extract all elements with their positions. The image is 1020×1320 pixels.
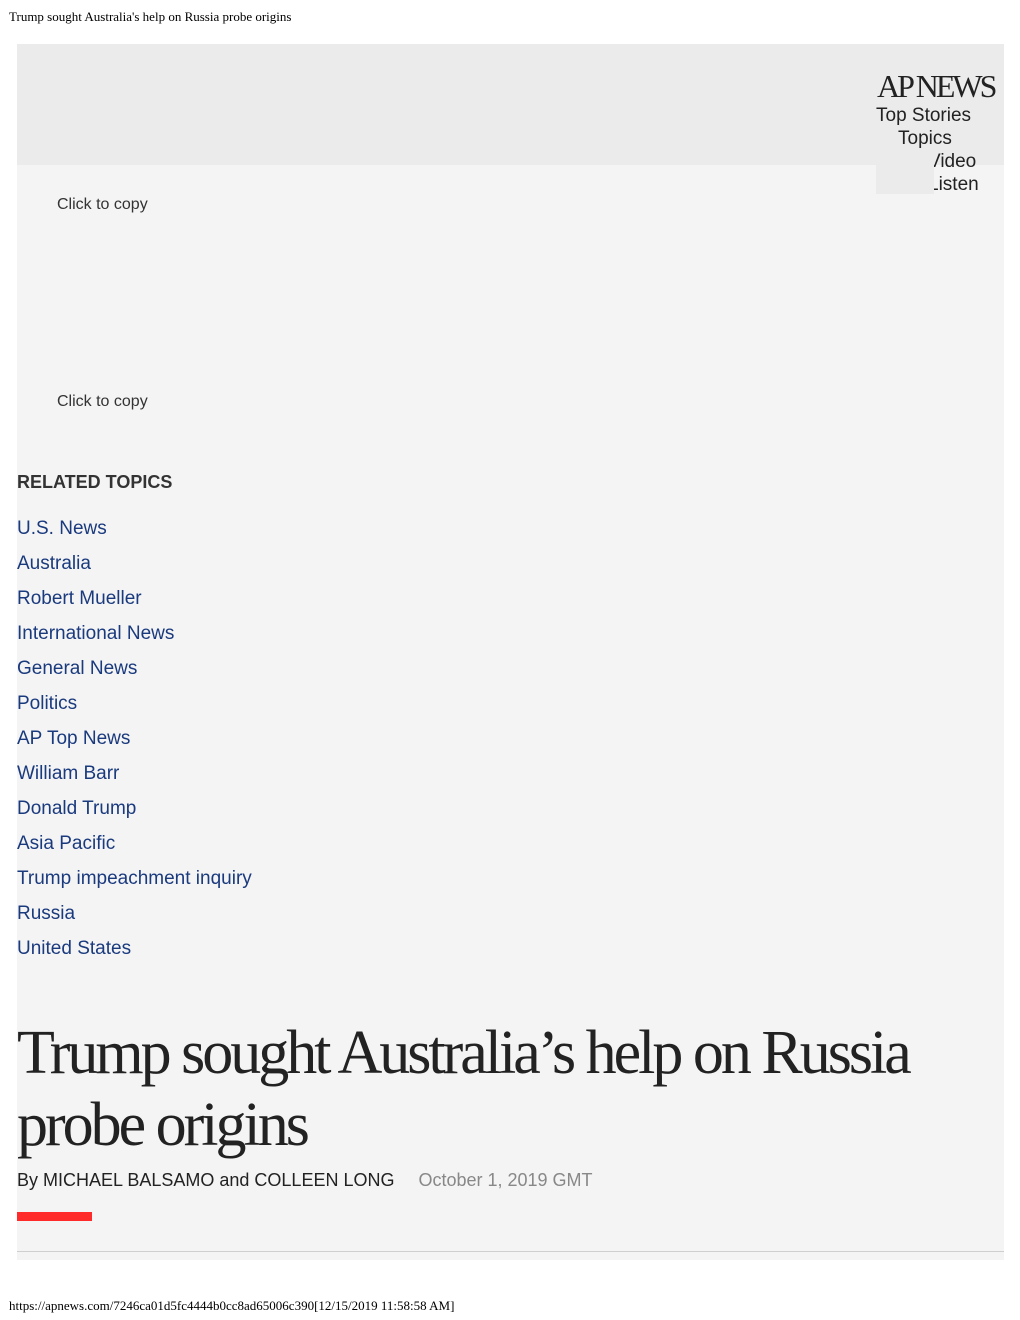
related-topic-link[interactable]: General News bbox=[17, 656, 252, 691]
related-topic-link[interactable]: International News bbox=[17, 621, 252, 656]
related-topic-link[interactable]: Donald Trump bbox=[17, 796, 252, 831]
related-topic-link[interactable]: William Barr bbox=[17, 761, 252, 796]
print-header-title: Trump sought Australia's help on Russia … bbox=[9, 9, 292, 24]
site-header bbox=[17, 44, 1004, 165]
related-topic-link[interactable]: Russia bbox=[17, 901, 252, 936]
related-topic-link[interactable]: AP Top News bbox=[17, 726, 252, 761]
nav-topics[interactable]: Topics bbox=[876, 127, 1004, 150]
related-topic-link[interactable]: United States bbox=[17, 936, 252, 971]
related-topic-link[interactable]: Politics bbox=[17, 691, 252, 726]
related-topic-link[interactable]: Robert Mueller bbox=[17, 586, 252, 621]
section-divider bbox=[17, 1251, 1004, 1252]
related-topic-link[interactable]: Trump impeachment inquiry bbox=[17, 866, 252, 901]
article-page: AP NEWS Top Stories Topics Video Listen … bbox=[17, 44, 1004, 1260]
print-footer-url: https://apnews.com/7246ca01d5fc4444b0cc8… bbox=[9, 1298, 455, 1313]
related-topic-link[interactable]: U.S. News bbox=[17, 516, 252, 551]
related-topics-list: U.S. News Australia Robert Mueller Inter… bbox=[17, 516, 252, 971]
article-headline: Trump sought Australia’s help on Russia … bbox=[17, 1019, 912, 1159]
byline-authors: By MICHAEL BALSAMO and COLLEEN LONG bbox=[17, 1170, 395, 1190]
related-topic-link[interactable]: Australia bbox=[17, 551, 252, 586]
ap-news-logo[interactable]: AP NEWS bbox=[877, 68, 997, 105]
click-to-copy-2[interactable]: Click to copy bbox=[57, 393, 148, 411]
click-to-copy-1[interactable]: Click to copy bbox=[57, 196, 148, 214]
nav-overlay bbox=[876, 148, 934, 194]
article-byline: By MICHAEL BALSAMO and COLLEEN LONG Octob… bbox=[17, 1170, 593, 1191]
related-topics-heading: RELATED TOPICS bbox=[17, 472, 173, 492]
related-topic-link[interactable]: Asia Pacific bbox=[17, 831, 252, 866]
nav-top-stories[interactable]: Top Stories bbox=[876, 104, 1004, 127]
accent-bar bbox=[17, 1212, 92, 1221]
article-date: October 1, 2019 GMT bbox=[418, 1170, 593, 1190]
